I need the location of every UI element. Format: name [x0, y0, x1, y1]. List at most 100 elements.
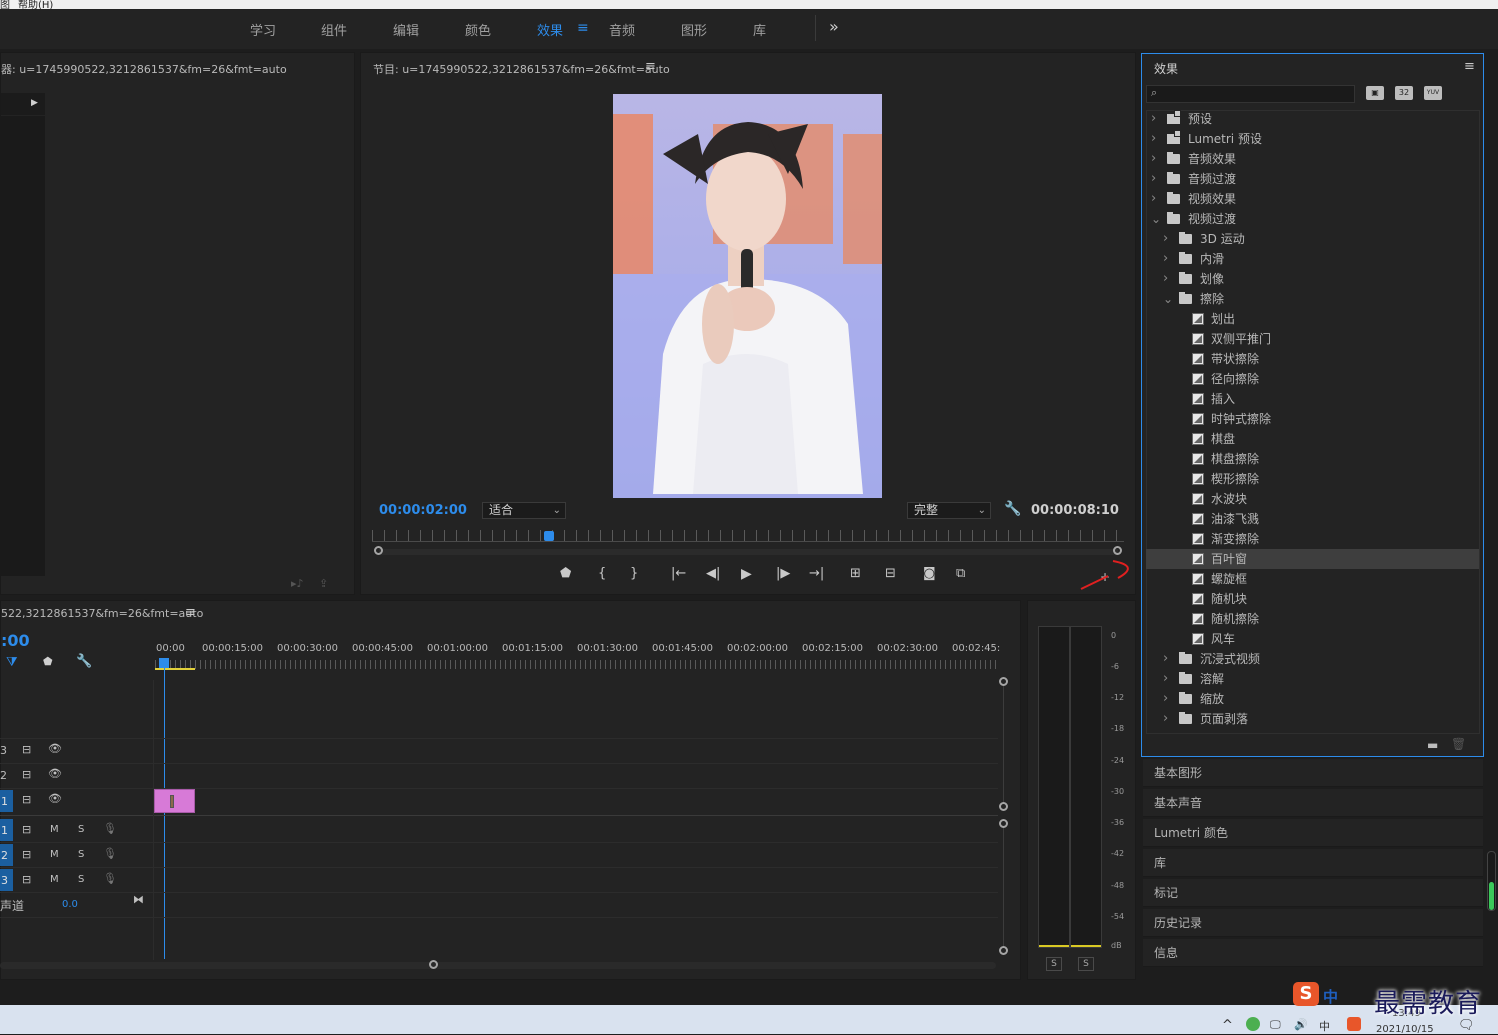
step-forward-icon[interactable]: |▶ — [776, 566, 790, 581]
effects-tree-item[interactable]: 水波块 — [1146, 489, 1479, 509]
show-hidden-icons-icon[interactable]: ^ — [1222, 1018, 1233, 1033]
play-icon[interactable]: ▶ — [741, 566, 752, 582]
chevron-right-icon[interactable]: › — [1163, 689, 1168, 709]
track-target-a3[interactable]: 3 — [0, 869, 13, 891]
effects-tree-item[interactable]: › 页面剥落 — [1146, 709, 1479, 729]
track-target-v1[interactable]: 1 — [0, 790, 13, 812]
menu-help[interactable]: 帮助(H) — [18, 0, 53, 9]
compare-view-icon[interactable]: ⧉ — [956, 566, 965, 581]
effects-tree-item[interactable]: › 沉浸式视频 — [1146, 649, 1479, 669]
workspace-color[interactable]: 颜色 — [465, 20, 491, 39]
mute-button[interactable]: M — [50, 874, 59, 885]
more-workspaces-icon[interactable]: » — [829, 17, 839, 36]
effects-tree-item[interactable]: 楔形擦除 — [1146, 469, 1479, 489]
timeline-hscroll[interactable] — [0, 962, 996, 969]
panel-essential-graphics[interactable]: 基本图形 — [1143, 759, 1483, 787]
microphone-icon[interactable]: 🎙 — [103, 822, 117, 835]
effects-tree-item[interactable]: › 缩放 — [1146, 689, 1479, 709]
effects-tree-item[interactable]: 棋盘 — [1146, 429, 1479, 449]
vscroll-handle-top[interactable] — [999, 677, 1008, 686]
network-icon[interactable]: 🖵 — [1270, 1018, 1281, 1032]
timeline-marker-icon[interactable]: ⬟ — [43, 655, 53, 668]
effects-tree-item[interactable]: ⌄ 视频过渡 — [1146, 209, 1479, 229]
workspace-effects[interactable]: 效果 — [537, 20, 563, 39]
effects-tree-item[interactable]: 随机块 — [1146, 589, 1479, 609]
hscroll-handle[interactable] — [429, 960, 438, 969]
mark-out-icon[interactable]: } — [630, 566, 638, 581]
effects-panel-title[interactable]: 效果 — [1154, 60, 1178, 77]
microphone-icon[interactable]: 🎙 — [103, 872, 117, 885]
timeline-timecode[interactable]: :00 — [1, 631, 30, 650]
effects-tree-item[interactable]: 插入 — [1146, 389, 1479, 409]
track-target-a1[interactable]: 1 — [0, 819, 13, 841]
solo-button[interactable]: S — [78, 824, 84, 835]
audio-vscroll-bottom[interactable] — [999, 946, 1008, 955]
chevron-right-icon[interactable]: › — [1163, 649, 1168, 669]
chevron-right-icon[interactable]: › — [1151, 129, 1156, 149]
timeline-menu-icon[interactable]: ≡ — [185, 605, 196, 620]
mark-in-icon[interactable]: { — [598, 566, 606, 581]
effects-tree-item[interactable]: › 划像 — [1146, 269, 1479, 289]
security-tray-icon[interactable] — [1246, 1017, 1260, 1031]
accelerated-effects-icon[interactable]: ▣ — [1366, 86, 1384, 100]
microphone-icon[interactable]: 🎙 — [103, 847, 117, 860]
workspace-learn[interactable]: 学习 — [250, 20, 276, 39]
program-current-time[interactable]: 00:00:02:00 — [379, 503, 467, 518]
video-clip[interactable] — [154, 789, 195, 813]
insert-icon[interactable]: ▸♪ — [291, 577, 304, 590]
mute-button[interactable]: M — [50, 824, 59, 835]
effects-tree-item[interactable]: 径向擦除 — [1146, 369, 1479, 389]
effects-tree-item[interactable]: › Lumetri 预设 — [1146, 129, 1479, 149]
effects-tree-item[interactable]: 划出 — [1146, 309, 1479, 329]
solo-button[interactable]: S — [78, 874, 84, 885]
chevron-right-icon[interactable]: › — [1151, 169, 1156, 189]
side-scrollbar-thumb[interactable] — [1489, 882, 1494, 910]
expand-right-icon[interactable]: ▶ — [31, 98, 38, 108]
video-vscroll-track[interactable] — [1003, 686, 1004, 802]
effects-tree-item[interactable]: 风车 — [1146, 629, 1479, 649]
effects-tree-item[interactable]: 百叶窗 — [1146, 549, 1479, 569]
panel-lumetri-color[interactable]: Lumetri 颜色 — [1143, 819, 1483, 847]
timeline-playhead-head[interactable] — [159, 658, 169, 668]
sync-lock-icon[interactable]: ⊟ — [22, 873, 31, 886]
solo-button[interactable]: S — [78, 849, 84, 860]
eye-icon[interactable]: 👁 — [48, 742, 62, 755]
step-back-icon[interactable]: ◀| — [706, 566, 720, 581]
workspace-assembly[interactable]: 组件 — [321, 20, 347, 39]
lift-icon[interactable]: ⊞ — [850, 566, 861, 581]
track-target-a2[interactable]: 2 — [0, 844, 13, 866]
side-scrollbar[interactable] — [1487, 851, 1496, 911]
snap-icon[interactable]: ⧩ — [6, 655, 18, 670]
effects-tree-item[interactable]: 棋盘擦除 — [1146, 449, 1479, 469]
effects-tree-item[interactable]: 时钟式擦除 — [1146, 409, 1479, 429]
effects-tree-item[interactable]: › 溶解 — [1146, 669, 1479, 689]
delete-icon[interactable]: 🗑 — [1451, 737, 1466, 751]
panel-libraries[interactable]: 库 — [1143, 849, 1483, 877]
effects-tree-item[interactable]: ⌄ 擦除 — [1146, 289, 1479, 309]
eye-icon[interactable]: 👁 — [48, 792, 62, 805]
notifications-icon[interactable]: 🗨 — [1458, 1018, 1475, 1033]
workspace-libraries[interactable]: 库 — [753, 20, 766, 39]
yuv-effects-icon[interactable]: YUV — [1424, 86, 1442, 100]
workspace-audio[interactable]: 音频 — [609, 20, 635, 39]
32bit-effects-icon[interactable]: 32 — [1395, 86, 1413, 100]
workspace-menu-icon[interactable]: ≡ — [577, 20, 589, 36]
effects-tree-item[interactable]: › 内滑 — [1146, 249, 1479, 269]
effects-panel-menu-icon[interactable]: ≡ — [1464, 59, 1475, 74]
sync-lock-icon[interactable]: ⊟ — [22, 793, 31, 806]
effects-tree-item[interactable]: › 3D 运动 — [1146, 229, 1479, 249]
sogou-tray-icon[interactable] — [1347, 1017, 1361, 1031]
ime-indicator[interactable]: 中 — [1319, 1018, 1330, 1034]
sync-lock-icon[interactable]: ⊟ — [22, 768, 31, 781]
panel-history[interactable]: 历史记录 — [1143, 909, 1483, 937]
chevron-right-icon[interactable]: › — [1151, 189, 1156, 209]
panel-markers[interactable]: 标记 — [1143, 879, 1483, 907]
effects-tree-item[interactable]: › 音频过渡 — [1146, 169, 1479, 189]
volume-icon[interactable]: 🔊 — [1294, 1018, 1308, 1031]
fit-dropdown[interactable]: 适合 ⌄ — [482, 502, 566, 519]
timeline-settings-wrench-icon[interactable]: 🔧 — [76, 654, 92, 669]
effects-tree-item[interactable]: 油漆飞溅 — [1146, 509, 1479, 529]
sync-lock-icon[interactable]: ⊟ — [22, 823, 31, 836]
effects-tree-item[interactable]: 渐变擦除 — [1146, 529, 1479, 549]
chevron-right-icon[interactable]: › — [1163, 249, 1168, 269]
